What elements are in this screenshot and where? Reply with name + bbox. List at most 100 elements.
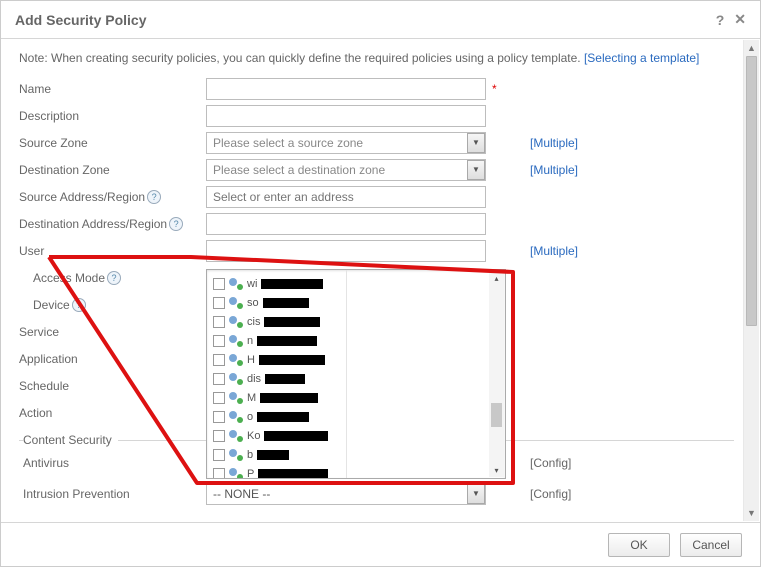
redacted-text: [259, 355, 325, 365]
content-security-label: Content Security: [23, 433, 118, 447]
help-icon[interactable]: ?: [716, 12, 725, 28]
redacted-text: [265, 374, 305, 384]
user-group-icon: [229, 392, 243, 404]
checkbox[interactable]: [213, 278, 225, 290]
redacted-text: [257, 412, 309, 422]
user-group-icon: [229, 316, 243, 328]
user-list-item[interactable]: dis: [207, 369, 346, 388]
help-icon[interactable]: ?: [169, 217, 183, 231]
checkbox[interactable]: [213, 316, 225, 328]
checkbox[interactable]: [213, 430, 225, 442]
ok-button[interactable]: OK: [608, 533, 670, 557]
intrusion-config-link[interactable]: [Config]: [486, 487, 606, 501]
label-schedule: Schedule: [19, 379, 206, 393]
dialog-title: Add Security Policy: [15, 12, 146, 28]
user-multiple-link[interactable]: [Multiple]: [486, 244, 606, 258]
checkbox[interactable]: [213, 411, 225, 423]
add-security-policy-dialog: Add Security Policy ? ✕ ▲ ▼ Note: When c…: [0, 0, 761, 567]
redacted-text: [264, 317, 320, 327]
label-intrusion: Intrusion Prevention: [19, 487, 206, 501]
checkbox[interactable]: [213, 373, 225, 385]
redacted-text: [258, 469, 328, 479]
user-item-prefix: Ko: [247, 430, 260, 442]
user-item-prefix: wi: [247, 278, 257, 290]
label-device: Device ?: [19, 298, 206, 312]
chevron-down-icon[interactable]: ▼: [467, 484, 485, 504]
checkbox[interactable]: [213, 297, 225, 309]
redacted-text: [260, 393, 318, 403]
cancel-button[interactable]: Cancel: [680, 533, 742, 557]
user-list-item[interactable]: b: [207, 445, 346, 464]
label-dest-addr-text: Destination Address/Region: [19, 217, 167, 231]
chevron-down-icon[interactable]: ▼: [467, 133, 485, 153]
label-description: Description: [19, 109, 206, 123]
user-list-item[interactable]: H: [207, 350, 346, 369]
checkbox[interactable]: [213, 354, 225, 366]
label-service: Service: [19, 325, 206, 339]
user-list-item[interactable]: Ko: [207, 426, 346, 445]
scroll-thumb[interactable]: [491, 403, 502, 427]
redacted-text: [261, 279, 323, 289]
dropdown-scrollbar[interactable]: ▴ ▾: [489, 271, 504, 477]
user-group-icon: [229, 468, 243, 479]
user-list-item[interactable]: P: [207, 464, 346, 478]
user-list-item[interactable]: so: [207, 293, 346, 312]
user-item-prefix: P: [247, 468, 254, 479]
user-group-icon: [229, 411, 243, 423]
scroll-up-icon[interactable]: ▴: [489, 271, 504, 285]
user-item-prefix: so: [247, 297, 259, 309]
user-group-icon: [229, 297, 243, 309]
redacted-text: [263, 298, 309, 308]
scroll-up-icon[interactable]: ▲: [744, 40, 759, 56]
intrusion-select[interactable]: -- NONE -- ▼: [206, 483, 486, 505]
user-list-item[interactable]: o: [207, 407, 346, 426]
help-icon[interactable]: ?: [147, 190, 161, 204]
user-group-icon: [229, 278, 243, 290]
redacted-text: [264, 431, 328, 441]
source-address-input[interactable]: [206, 186, 486, 208]
user-list-item[interactable]: M: [207, 388, 346, 407]
user-item-prefix: M: [247, 392, 256, 404]
user-list-item[interactable]: cis: [207, 312, 346, 331]
dest-zone-select[interactable]: Please select a destination zone ▼: [206, 159, 486, 181]
user-input[interactable]: [206, 240, 486, 262]
user-dropdown-panel[interactable]: wi so cis nHdis Mo Ko bP ▴ ▾: [206, 269, 506, 479]
checkbox[interactable]: [213, 468, 225, 479]
vertical-scrollbar[interactable]: ▲ ▼: [743, 40, 759, 521]
dest-zone-placeholder: Please select a destination zone: [213, 163, 385, 177]
scroll-down-icon[interactable]: ▼: [744, 505, 759, 521]
scroll-thumb[interactable]: [746, 56, 757, 326]
source-zone-select[interactable]: Please select a source zone ▼: [206, 132, 486, 154]
scroll-down-icon[interactable]: ▾: [489, 463, 504, 477]
redacted-text: [257, 450, 289, 460]
dest-zone-multiple-link[interactable]: [Multiple]: [486, 163, 606, 177]
checkbox[interactable]: [213, 449, 225, 461]
dialog-body: Note: When creating security policies, y…: [1, 39, 742, 522]
dest-address-input[interactable]: [206, 213, 486, 235]
name-input[interactable]: [206, 78, 486, 100]
description-input[interactable]: [206, 105, 486, 127]
label-source-addr-text: Source Address/Region: [19, 190, 145, 204]
user-item-prefix: H: [247, 354, 255, 366]
user-list-item[interactable]: wi: [207, 274, 346, 293]
label-antivirus: Antivirus: [19, 456, 206, 470]
help-icon[interactable]: ?: [107, 271, 121, 285]
user-group-icon: [229, 373, 243, 385]
intrusion-value: -- NONE --: [213, 487, 270, 501]
user-list-item[interactable]: n: [207, 331, 346, 350]
required-star: *: [492, 82, 497, 96]
template-link[interactable]: [Selecting a template]: [584, 51, 699, 65]
checkbox[interactable]: [213, 392, 225, 404]
label-user: User: [19, 244, 206, 258]
close-icon[interactable]: ✕: [734, 11, 746, 28]
checkbox[interactable]: [213, 335, 225, 347]
redacted-text: [257, 336, 317, 346]
user-group-icon: [229, 335, 243, 347]
user-item-prefix: o: [247, 411, 253, 423]
chevron-down-icon[interactable]: ▼: [467, 160, 485, 180]
help-icon[interactable]: ?: [72, 298, 86, 312]
user-item-prefix: cis: [247, 316, 260, 328]
header-actions: ? ✕: [716, 11, 746, 28]
label-source-addr: Source Address/Region ?: [19, 190, 206, 204]
source-zone-multiple-link[interactable]: [Multiple]: [486, 136, 606, 150]
